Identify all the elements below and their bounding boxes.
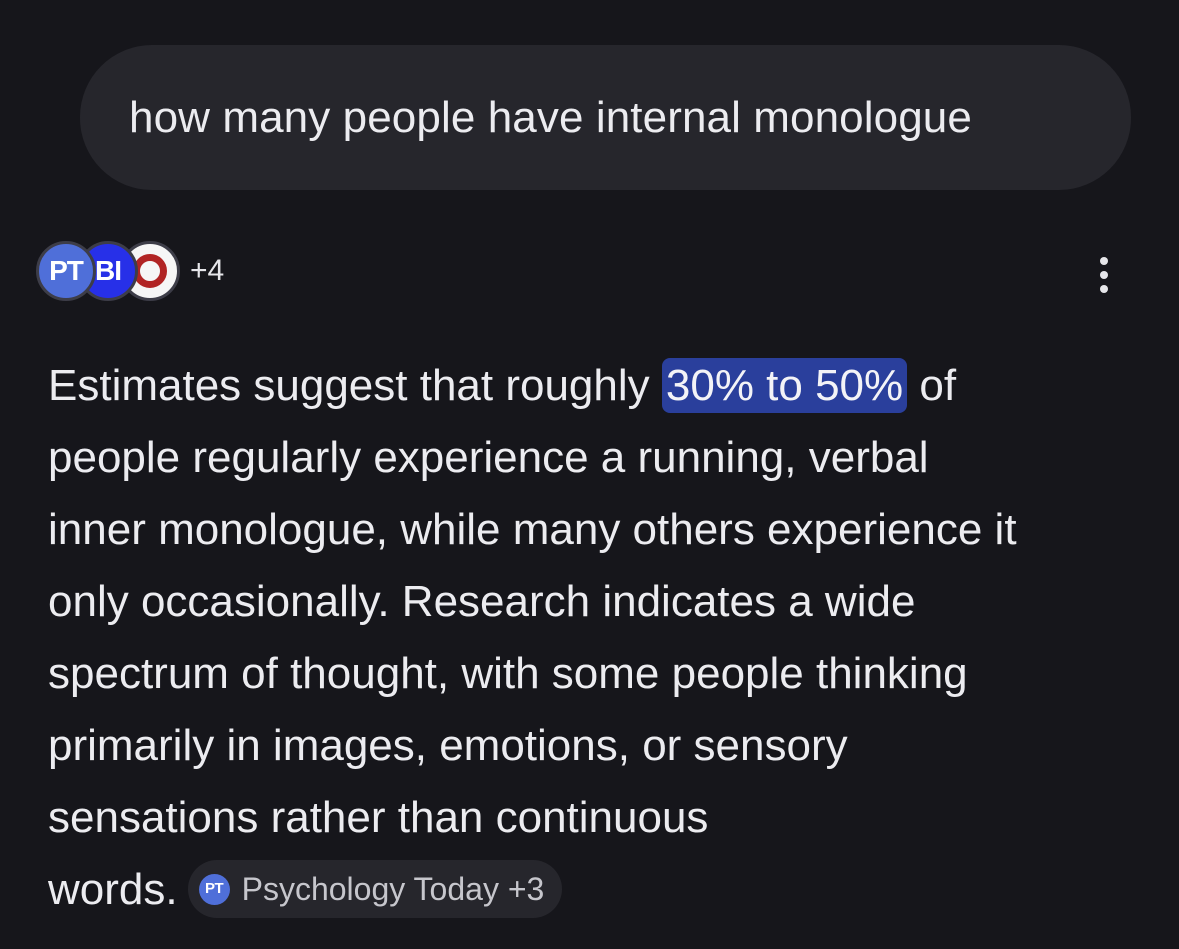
sources-row[interactable]: PT BI +4 xyxy=(36,238,224,304)
more-vert-icon xyxy=(1100,257,1108,265)
more-sources-count[interactable]: +4 xyxy=(190,254,224,288)
highlighted-figure: 30% to 50% xyxy=(661,358,908,413)
more-options-button[interactable] xyxy=(1086,252,1122,298)
answer-text-segment: of xyxy=(907,361,957,410)
answer-line: inner monologue, while many others exper… xyxy=(48,505,1017,554)
answer-text-segment: words. xyxy=(48,865,178,914)
query-bubble[interactable]: how many people have internal monologue xyxy=(80,45,1131,190)
psychology-today-icon: PT xyxy=(198,873,230,905)
answer-text: Estimates suggest that roughly 30% to 50… xyxy=(48,350,1158,926)
source-avatar-label: PT xyxy=(49,255,84,286)
answer-line: spectrum of thought, with some people th… xyxy=(48,649,968,698)
ring-logo-shape xyxy=(133,254,167,288)
citation-chip[interactable]: PT Psychology Today +3 xyxy=(187,860,563,919)
answer-line: only occasionally. Research indicates a … xyxy=(48,577,916,626)
answer-text-segment: Estimates suggest that roughly xyxy=(48,361,662,410)
psychology-today-icon[interactable]: PT xyxy=(36,241,96,301)
query-text: how many people have internal monologue xyxy=(129,92,972,142)
answer-line: Estimates suggest that roughly 30% to 50… xyxy=(48,350,1158,422)
source-avatar-label: BI xyxy=(95,255,122,286)
answer-line: words. PT Psychology Today +3 xyxy=(48,854,1158,926)
more-vert-icon xyxy=(1100,285,1108,293)
ai-overview-panel: how many people have internal monologue … xyxy=(0,0,1179,949)
answer-line: sensations rather than continuous xyxy=(48,793,709,842)
citation-label: Psychology Today +3 xyxy=(241,871,545,908)
answer-line: people regularly experience a running, v… xyxy=(48,433,929,482)
more-vert-icon xyxy=(1100,271,1108,279)
answer-line: primarily in images, emotions, or sensor… xyxy=(48,721,848,770)
